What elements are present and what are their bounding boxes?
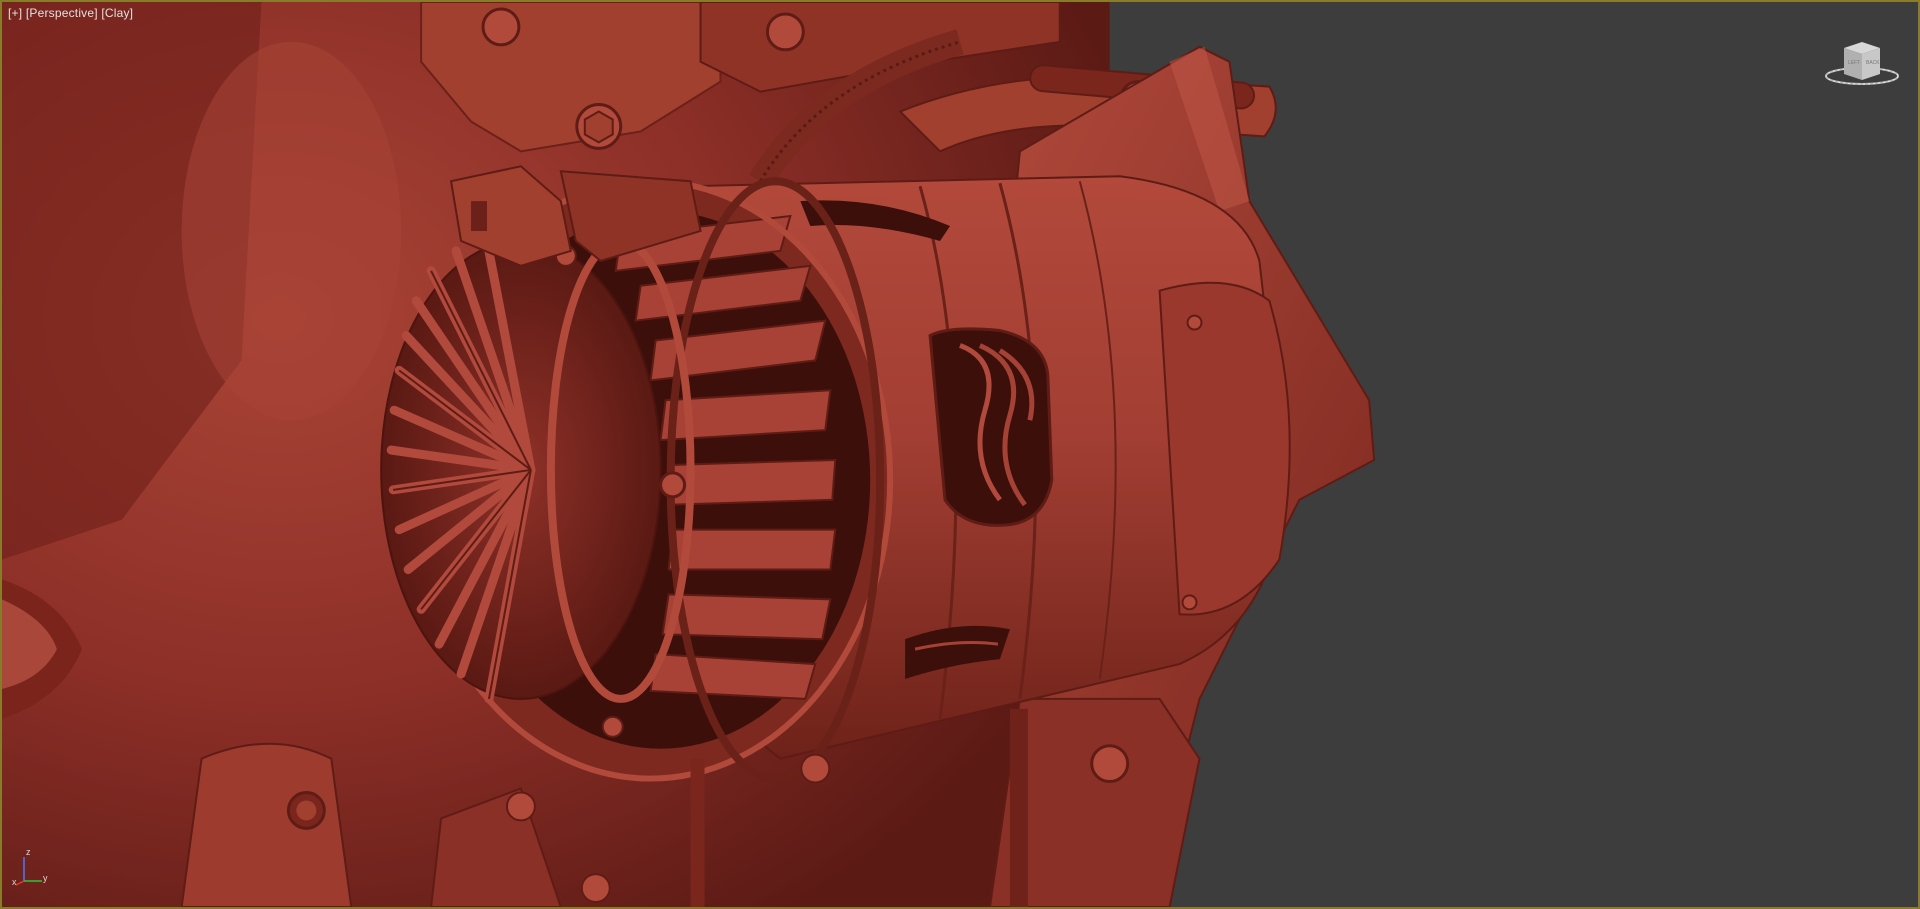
viewport-menu-plus[interactable]: [+] bbox=[8, 6, 22, 20]
axis-tripod: z y x bbox=[12, 847, 52, 889]
viewcube-icon[interactable]: LEFT BACK bbox=[1822, 36, 1902, 90]
clay-render-scene[interactable] bbox=[2, 2, 1918, 907]
viewport-view-label[interactable]: [Perspective] bbox=[26, 6, 98, 20]
viewcube[interactable]: LEFT BACK bbox=[1822, 36, 1902, 90]
viewport-shading-label[interactable]: [Clay] bbox=[101, 6, 133, 20]
viewport-label[interactable]: [+] [Perspective] [Clay] bbox=[8, 6, 133, 20]
viewcube-left-face: LEFT bbox=[1848, 60, 1860, 66]
viewcube-front-face: BACK bbox=[1866, 60, 1880, 66]
axis-z-label: z bbox=[26, 847, 31, 857]
axis-x-label: x bbox=[12, 877, 17, 887]
perspective-viewport[interactable]: [+] [Perspective] [Clay] LEFT BACK z y x bbox=[0, 0, 1920, 909]
axis-y-label: y bbox=[43, 873, 48, 883]
axis-tripod-icon bbox=[15, 857, 42, 886]
